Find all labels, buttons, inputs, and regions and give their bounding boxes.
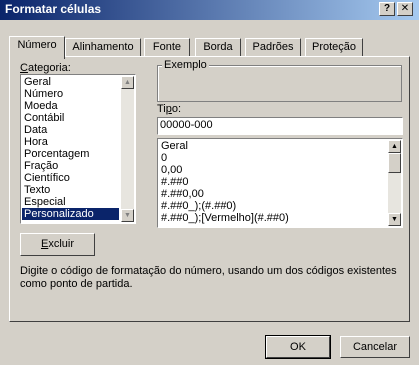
cancel-button[interactable]: Cancelar <box>340 336 410 358</box>
category-item[interactable]: Fração <box>22 160 119 172</box>
tab-label: Alinhamento <box>72 41 134 53</box>
format-description: Digite o código de formatação do número,… <box>20 265 397 290</box>
category-item[interactable]: Especial <box>22 196 119 208</box>
type-item[interactable]: Geral <box>159 140 387 152</box>
category-item[interactable]: Porcentagem <box>22 148 119 160</box>
help-icon: ? <box>383 3 391 14</box>
type-item[interactable]: #.##0 <box>159 176 387 188</box>
category-scrollbar[interactable]: ▲ ▼ <box>121 76 134 222</box>
tab-padroes[interactable]: Padrões <box>245 38 301 57</box>
type-item[interactable]: 0,00 <box>159 164 387 176</box>
type-item[interactable]: #.##0_);[Vermelho](#.##0) <box>159 212 387 224</box>
tab-label: Borda <box>203 41 233 53</box>
tab-strip: Número Alinhamento Fonte Borda Padrões P… <box>9 36 409 59</box>
category-list: Geral Número Moeda Contábil Data Hora Porcenta… <box>22 76 119 220</box>
close-button[interactable]: ✕ <box>397 2 413 16</box>
dialog-title: Formatar células <box>5 2 102 16</box>
tab-numero[interactable]: Número <box>9 36 65 59</box>
type-label: Tipo: <box>157 103 182 115</box>
category-item[interactable]: Data <box>22 124 119 136</box>
tab-label: Fonte <box>152 41 182 53</box>
close-icon: ✕ <box>400 3 410 14</box>
category-scroll-up-button[interactable]: ▲ <box>121 76 134 89</box>
tab-label: Padrões <box>252 41 294 53</box>
chevron-down-icon: ▼ <box>391 216 398 223</box>
format-cells-dialog: Formatar células ? ✕ Número Alinhamento … <box>0 0 419 365</box>
type-scrollbar[interactable]: ▲ ▼ <box>388 140 401 226</box>
sample-legend: Exemplo <box>162 59 209 71</box>
tab-borda[interactable]: Borda <box>195 38 241 57</box>
tab-protecao[interactable]: Proteção <box>305 38 363 57</box>
type-input[interactable]: 00000-000 <box>157 117 403 135</box>
type-listbox[interactable]: Geral 0 0,00 #.##0 #.##0,00 #.##0_);(#.##0) #.… <box>157 138 403 228</box>
type-scroll-down-button[interactable]: ▼ <box>388 213 401 226</box>
category-item[interactable]: Personalizado <box>22 208 119 220</box>
chevron-up-icon: ▲ <box>124 79 131 86</box>
type-scroll-thumb[interactable] <box>388 153 401 173</box>
type-list: Geral 0 0,00 #.##0 #.##0,00 #.##0_);(#.##0) #.… <box>159 140 387 224</box>
type-item[interactable]: #.##0_);(#.##0) <box>159 200 387 212</box>
delete-button[interactable]: Excluir <box>20 233 95 256</box>
category-label: Categoria: <box>20 62 71 74</box>
category-item[interactable]: Científico <box>22 172 119 184</box>
category-item[interactable]: Contábil <box>22 112 119 124</box>
category-item[interactable]: Hora <box>22 136 119 148</box>
category-item[interactable]: Geral <box>22 76 119 88</box>
category-item[interactable]: Moeda <box>22 100 119 112</box>
tab-label: Proteção <box>311 41 357 53</box>
title-bar[interactable]: Formatar células ? ✕ <box>0 0 419 20</box>
chevron-down-icon: ▼ <box>124 212 131 219</box>
tab-fonte[interactable]: Fonte <box>144 38 190 57</box>
type-item[interactable]: #.##0,00 <box>159 188 387 200</box>
category-item[interactable]: Número <box>22 88 119 100</box>
chevron-up-icon: ▲ <box>391 143 398 150</box>
category-label-rest: ategoria: <box>27 62 71 74</box>
type-scroll-up-button[interactable]: ▲ <box>388 140 401 153</box>
ok-button[interactable]: OK <box>265 335 331 359</box>
help-button[interactable]: ? <box>379 2 395 16</box>
type-item[interactable]: 0 <box>159 152 387 164</box>
tab-alinhamento[interactable]: Alinhamento <box>65 38 141 57</box>
delete-button-label-rest: xcluir <box>48 238 74 250</box>
category-listbox[interactable]: Geral Número Moeda Contábil Data Hora Porcenta… <box>20 74 136 224</box>
category-scroll-down-button[interactable]: ▼ <box>121 209 134 222</box>
tab-label: Número <box>17 39 57 51</box>
category-item[interactable]: Texto <box>22 184 119 196</box>
